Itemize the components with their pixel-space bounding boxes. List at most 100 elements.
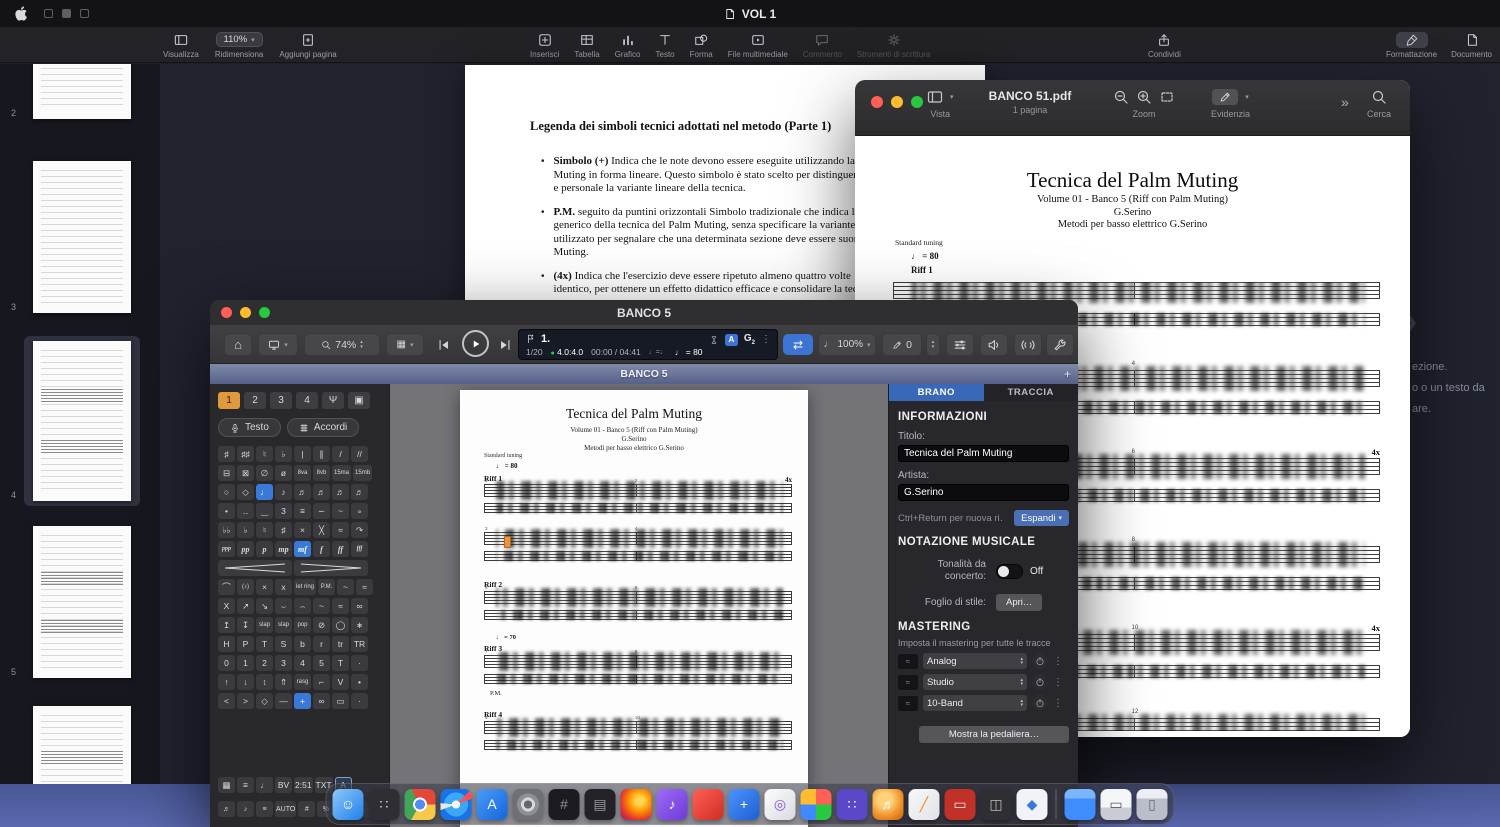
palette-symbol[interactable]: S (275, 636, 292, 652)
mastering-select[interactable]: 10-Band ▴ ▾ (923, 695, 1027, 711)
palette-symbol[interactable]: ↷ (351, 522, 368, 538)
palette-symbol[interactable]: // (351, 446, 368, 462)
palette-symbol[interactable]: pop (294, 617, 311, 633)
palette-symbol[interactable]: TR (351, 636, 368, 652)
palette-tool[interactable]: ♪ (237, 801, 254, 817)
value-stepper[interactable]: ▴ ▾ (926, 333, 940, 356)
dock-firefox[interactable] (620, 788, 652, 820)
toolbar-item-ridimensiona[interactable]: 110% ▾ Ridimensiona (215, 30, 263, 60)
toolbar-item-documento[interactable]: Documento (1451, 30, 1492, 60)
palette-symbol[interactable]: H (218, 636, 235, 652)
text-tool-button[interactable]: Testo (218, 418, 281, 437)
voice-button-4[interactable]: 4 (296, 392, 318, 409)
toolbar-item-file-multimediale[interactable]: File multimediale (728, 30, 788, 60)
palette-symbol[interactable]: fff (351, 541, 368, 557)
zoom-window-button[interactable] (911, 96, 923, 108)
palette-symbol[interactable]: tr (332, 636, 349, 652)
palette-symbol[interactable]: ↓ (237, 674, 254, 690)
zoom-in-icon[interactable] (1136, 89, 1152, 105)
row-menu-icon[interactable]: ⋮ (1053, 677, 1063, 688)
palette-symbol[interactable]: ff (332, 541, 349, 557)
palette-symbol[interactable]: ≈ (332, 598, 349, 614)
palette-symbol[interactable]: ∞ (313, 693, 330, 709)
dock-safari[interactable] (440, 788, 472, 820)
concert-pitch-toggle[interactable] (996, 563, 1023, 579)
palette-symbol[interactable]: ⇑ (275, 674, 292, 690)
markup-button[interactable] (1212, 89, 1239, 105)
palette-symbol[interactable]: ♯ (218, 446, 235, 462)
palette-symbol[interactable]: > (237, 693, 254, 709)
palette-symbol[interactable]: 8vb (313, 465, 330, 481)
palette-symbol[interactable]: mp (275, 541, 292, 557)
zoom-level-control[interactable]: 110% ▾ (215, 32, 263, 47)
palette-symbol[interactable]: ↑ (218, 674, 235, 690)
score-tab-bar[interactable]: BANCO 5 + (210, 364, 1078, 384)
toolbar-item-condividi[interactable]: Condividi (1148, 30, 1181, 60)
palette-symbol[interactable]: T (332, 655, 349, 671)
palette-symbol[interactable]: ∗ (351, 617, 368, 633)
palette-symbol[interactable]: ppp (218, 541, 235, 557)
dock-finder[interactable]: ☺ (332, 788, 364, 820)
dock-launchpad[interactable]: ∷ (368, 788, 400, 820)
minimize-button[interactable] (891, 96, 903, 108)
palette-symbol[interactable]: | (294, 446, 311, 462)
palette-symbol[interactable]: ⌣ (275, 598, 292, 614)
palette-symbol[interactable]: 1 (237, 655, 254, 671)
voice-button-3[interactable]: 3 (270, 392, 292, 409)
panel-tab-traccia[interactable]: TRACCIA (983, 384, 1078, 401)
voice-button-1[interactable]: 1 (218, 392, 240, 409)
palette-symbol[interactable]: let ring (294, 579, 317, 595)
power-toggle[interactable] (1032, 695, 1048, 711)
toolbar-item-grafico[interactable]: Grafico (615, 30, 641, 60)
palette-symbol[interactable]: ○ (218, 484, 235, 500)
dock-downloads-folder[interactable] (1064, 788, 1096, 820)
palette-symbol[interactable]: ø (275, 465, 292, 481)
guitar-app-titlebar[interactable]: BANCO 5 (210, 300, 1078, 325)
dock-pencil-app[interactable]: ╱ (908, 788, 940, 820)
palette-symbol[interactable]: ↘ (256, 598, 273, 614)
previous-button[interactable] (432, 335, 456, 354)
palette-symbol[interactable]: ∅ (256, 465, 273, 481)
menu-window-icon[interactable] (80, 9, 89, 18)
chord-tool-button[interactable]: Accordi (286, 418, 360, 437)
palette-tool[interactable]: AUTO (275, 801, 297, 817)
palette-symbol[interactable]: 0 (218, 655, 235, 671)
zoom-control[interactable]: 74% ▴ ▾ (304, 333, 380, 356)
palette-symbol[interactable]: 5 (313, 655, 330, 671)
palette-symbol[interactable]: V (332, 674, 349, 690)
artist-input[interactable] (898, 484, 1069, 501)
palette-symbol[interactable]: ~ (313, 598, 330, 614)
palette-symbol[interactable]: ≈ (332, 522, 349, 538)
dock-books-app[interactable]: ▤ (584, 788, 616, 820)
palette-symbol[interactable]: • (218, 503, 235, 519)
palette-symbol[interactable]: ♭ (237, 522, 254, 538)
menu-window-icon[interactable] (44, 9, 53, 18)
palette-symbol[interactable]: ≈ (356, 579, 374, 595)
palette-symbol[interactable]: ‥ (237, 503, 254, 519)
line-in-button[interactable] (1014, 333, 1042, 356)
palette-symbol[interactable]: ▭ (332, 693, 349, 709)
palette-symbol[interactable]: ◇ (256, 693, 273, 709)
palette-tool[interactable]: ≡ (237, 777, 254, 793)
hourglass-icon[interactable] (709, 335, 719, 345)
palette-symbol[interactable]: 15mb (353, 465, 373, 481)
speed-control[interactable]: ♩ 100% ▾ (818, 333, 876, 356)
page-thumbnail-2[interactable]: 2 (11, 64, 140, 124)
dock-pdf-reader[interactable]: ▭ (944, 788, 976, 820)
palette-symbol[interactable]: ≡ (294, 503, 311, 519)
row-menu-icon[interactable]: ⋮ (1053, 698, 1063, 709)
mastering-select[interactable]: Studio ▴ ▾ (923, 674, 1027, 690)
loop-button[interactable]: ⇄ (783, 334, 813, 355)
palette-symbol[interactable]: 2 (256, 655, 273, 671)
palette-symbol[interactable]: ⊟ (218, 465, 235, 481)
palette-symbol[interactable]: ♩ (256, 484, 273, 500)
palette-symbol[interactable]: ♯ (275, 522, 292, 538)
next-button[interactable] (493, 335, 517, 354)
palette-symbol[interactable]: ◇ (237, 484, 254, 500)
panel-tab-brano[interactable]: BRANO (889, 384, 984, 401)
palette-symbol[interactable]: ∽ (313, 503, 330, 519)
dock-add-on-app[interactable]: + (728, 788, 760, 820)
palette-symbol[interactable]: · (351, 693, 368, 709)
palette-symbol[interactable]: T (256, 636, 273, 652)
dock-launchpad-grid[interactable] (800, 788, 832, 820)
